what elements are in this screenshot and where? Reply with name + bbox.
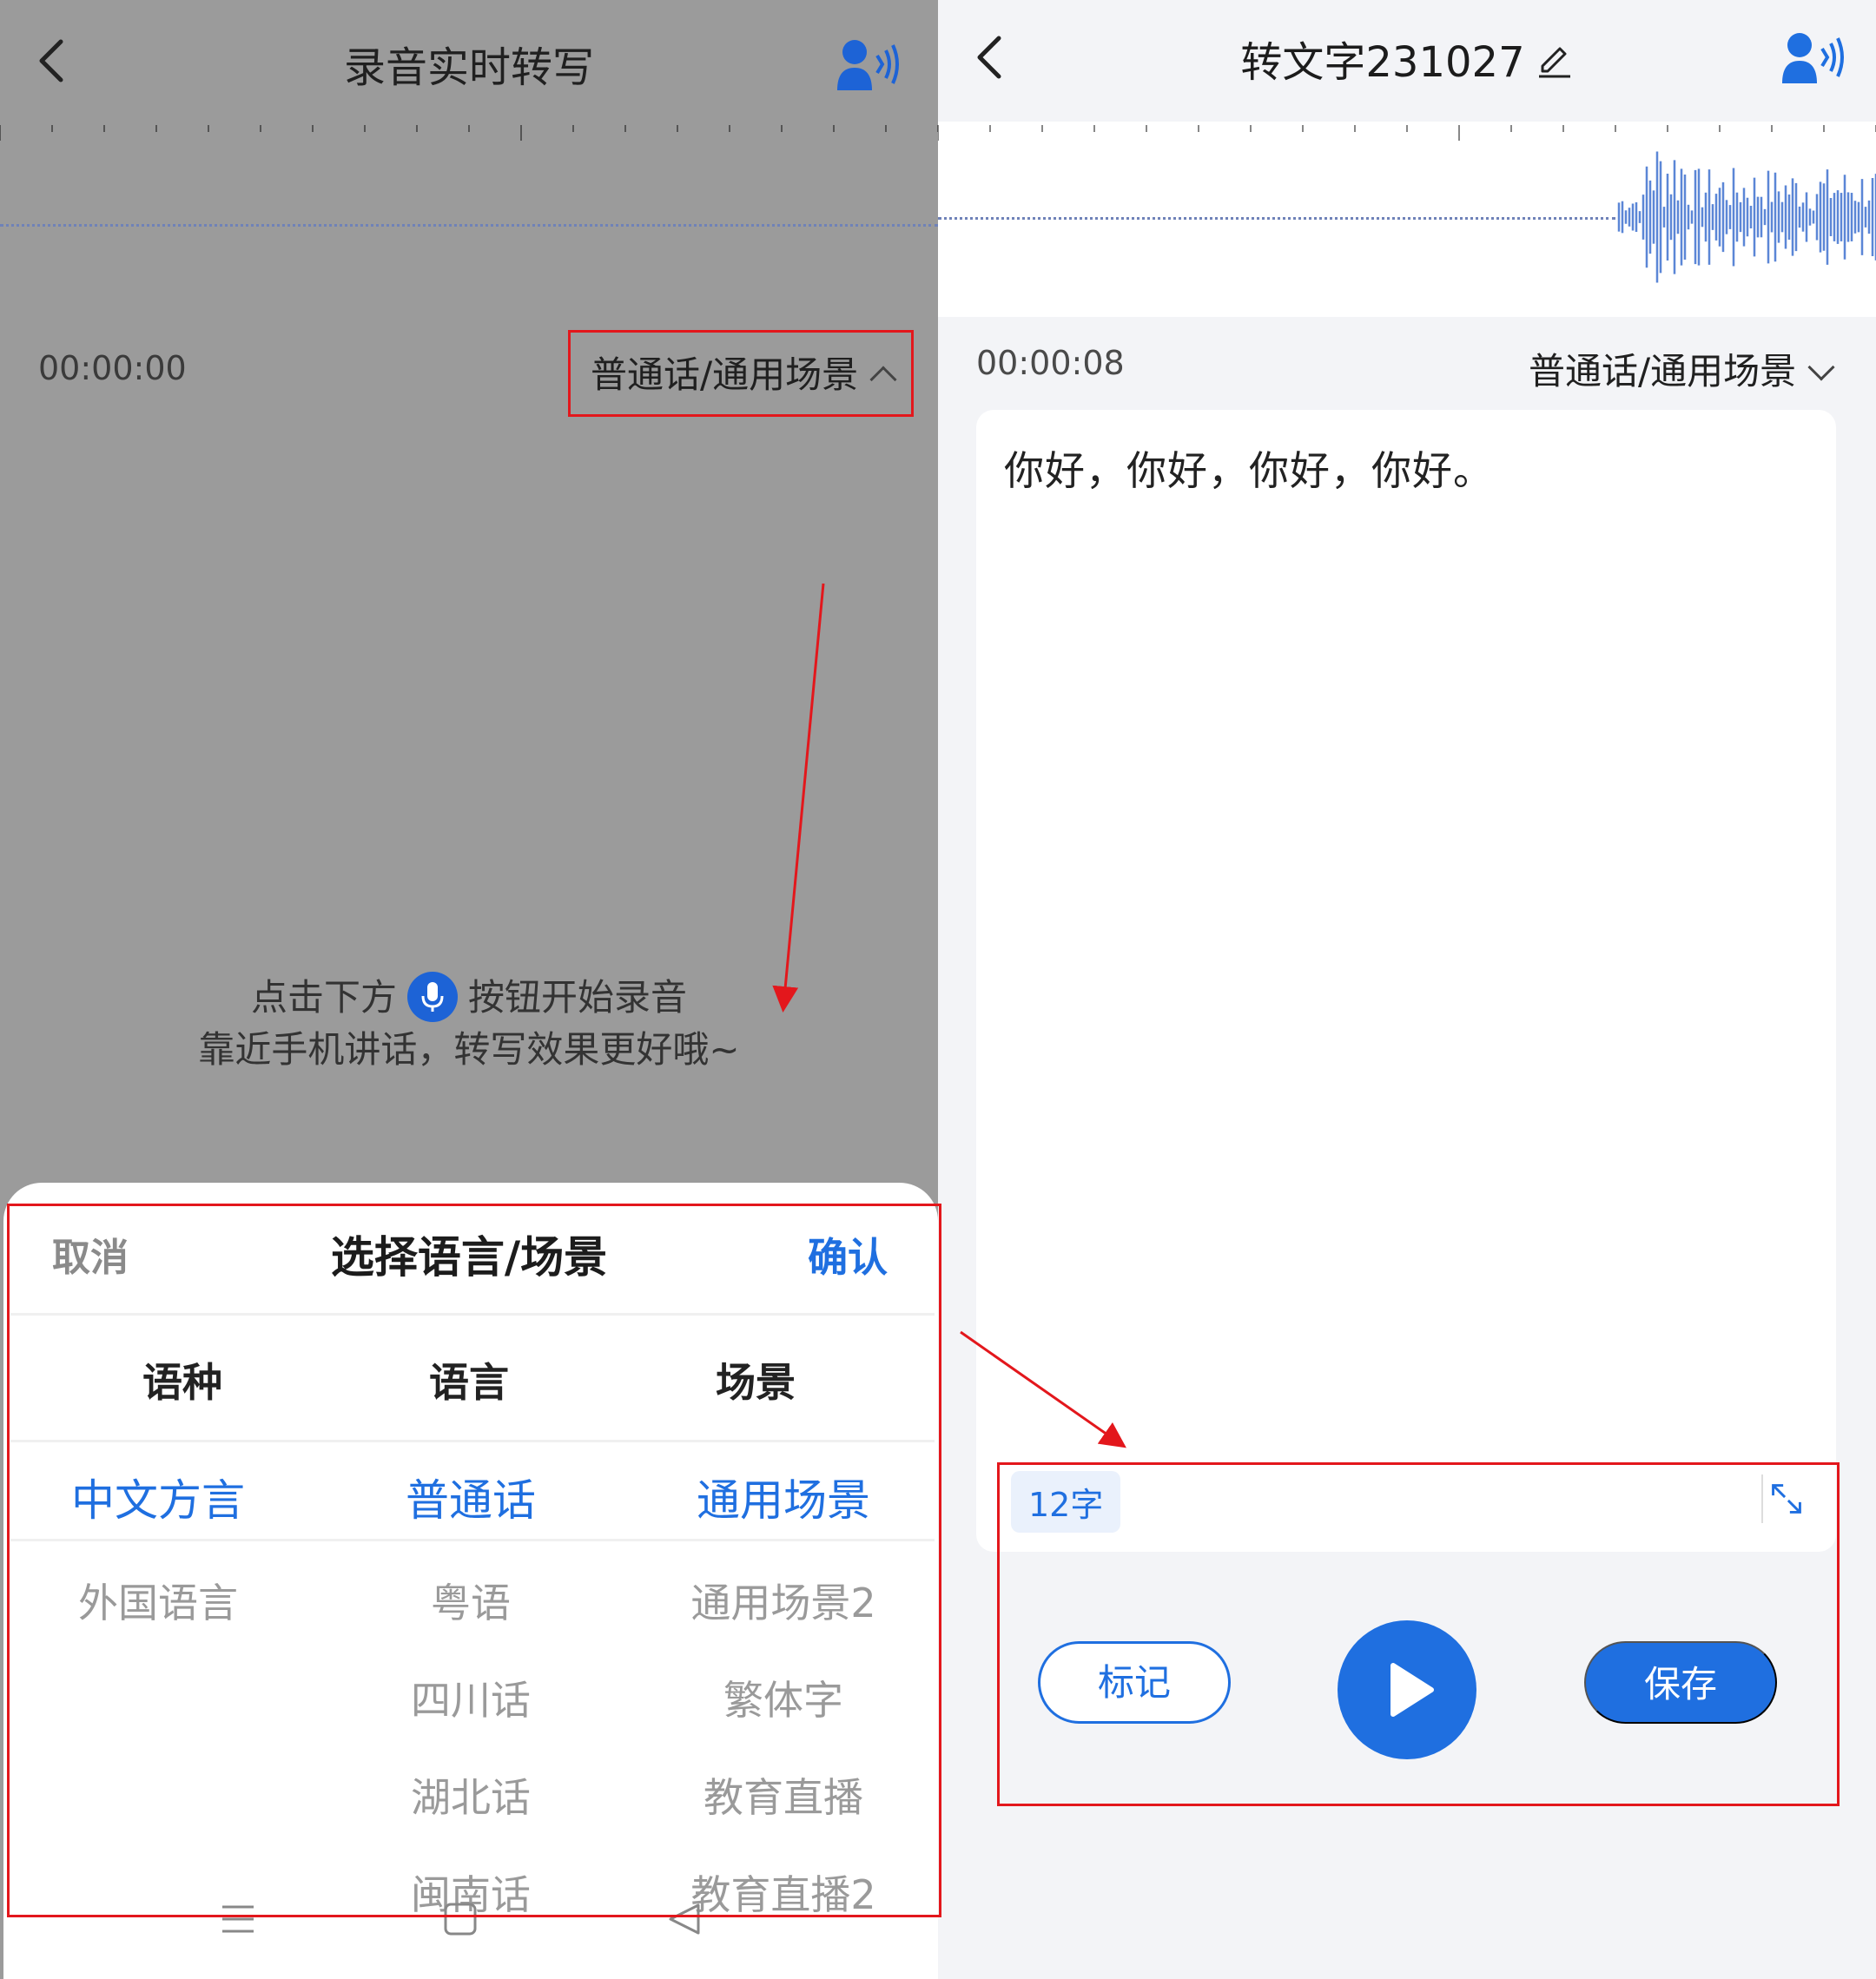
page-title: 录音实时转写 (343, 43, 594, 92)
chevron-down-icon (1807, 353, 1835, 381)
record-hint-line2: 靠近手机讲话，转写效果更好哦~ (198, 1028, 740, 1071)
waveform-area (938, 122, 1876, 317)
annotation-box-language (568, 330, 914, 417)
language-selector[interactable]: 普通话/通用场景 (1529, 342, 1835, 395)
transcript-text[interactable]: 你好，你好，你好，你好。 (1004, 439, 1494, 497)
waveform-baseline (938, 217, 1615, 220)
waveform-baseline (0, 224, 938, 227)
page-title[interactable]: 转文字231027 (938, 28, 1876, 89)
annotation-box-sheet (7, 1204, 941, 1917)
transcript-card[interactable] (976, 410, 1836, 1552)
pencil-icon[interactable] (1536, 42, 1574, 80)
speaker-voice-icon[interactable] (834, 36, 903, 92)
record-time: 00:00:08 (976, 344, 1125, 382)
annotation-box-controls (997, 1462, 1840, 1806)
microphone-icon (407, 972, 458, 1022)
time-ruler (0, 125, 938, 141)
language-selector-label: 普通话/通用场景 (1529, 350, 1797, 393)
audio-waveform (1617, 151, 1876, 283)
speaker-voice-icon[interactable] (1779, 30, 1848, 85)
record-name: 转文字231027 (1240, 38, 1525, 87)
record-hint: 点击下方 按钮开始录音 (0, 968, 938, 1022)
record-time: 00:00:00 (38, 349, 187, 387)
